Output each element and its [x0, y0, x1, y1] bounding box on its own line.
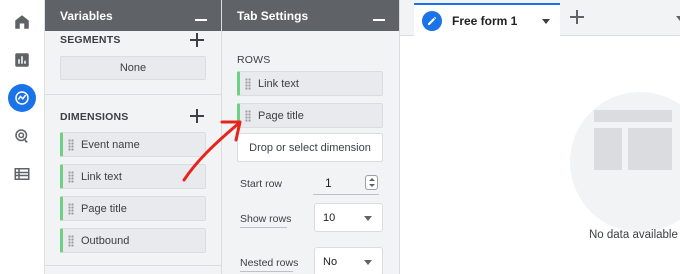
chevron-down-icon[interactable] [542, 19, 550, 24]
collapse-icon[interactable] [195, 18, 207, 21]
rows-title: ROWS [237, 54, 271, 66]
drag-handle-icon[interactable] [245, 77, 251, 90]
dimension-chip[interactable]: Page title [60, 196, 206, 221]
pencil-icon [422, 10, 442, 31]
nested-rows-label-underline [240, 271, 293, 272]
dimension-label: Link text [81, 170, 122, 183]
chevron-down-icon [364, 260, 372, 265]
dimension-label: Page title [81, 202, 127, 215]
segments-none[interactable]: None [60, 56, 206, 80]
drop-dimension-target[interactable]: Drop or select dimension [237, 133, 383, 162]
tab-free-form[interactable]: Free form 1 [414, 3, 560, 36]
row-label: Page title [258, 109, 304, 122]
drag-handle-icon[interactable] [68, 234, 74, 247]
variables-title: Variables [60, 8, 113, 23]
variables-header: Variables [45, 0, 221, 31]
dimension-label: Outbound [81, 234, 130, 247]
divider [45, 94, 222, 95]
dimension-chip[interactable]: Outbound [60, 228, 206, 253]
start-row-input[interactable]: 1 [325, 176, 332, 190]
tab-strip: Free form 1 [400, 0, 680, 36]
nested-rows-label: Nested rows [240, 257, 299, 269]
add-tab-icon[interactable] [570, 10, 584, 24]
advertising-icon[interactable] [8, 122, 36, 150]
explore-editor: Variables SEGMENTS None DIMENSIONS Event… [0, 0, 680, 274]
configure-icon[interactable] [8, 160, 36, 188]
tab-settings-panel: Tab Settings ROWS Link text Page title D… [222, 0, 400, 274]
empty-state-message: No data available [589, 229, 678, 241]
divider [45, 265, 222, 266]
segments-title: SEGMENTS [60, 34, 121, 46]
empty-state-illustration [570, 92, 680, 232]
row-chip[interactable]: Page title [237, 103, 383, 128]
chevron-down-icon [364, 216, 372, 221]
reports-icon[interactable] [8, 46, 36, 74]
drag-handle-icon[interactable] [68, 202, 74, 215]
nested-rows-value: No [323, 255, 338, 268]
show-rows-value: 10 [323, 211, 336, 224]
explore-icon[interactable] [8, 84, 36, 112]
start-row-stepper[interactable] [365, 175, 378, 190]
row-label: Link text [258, 77, 299, 90]
nav-rail [0, 0, 45, 274]
show-rows-label-underline [240, 227, 287, 228]
tab-label: Free form 1 [452, 13, 518, 28]
dimensions-title: DIMENSIONS [60, 111, 129, 123]
tab-settings-title: Tab Settings [237, 8, 309, 23]
start-row-underline [313, 194, 379, 195]
row-chip[interactable]: Link text [237, 71, 383, 96]
collapse-icon[interactable] [373, 18, 385, 21]
add-segment-icon[interactable] [190, 33, 204, 47]
chevron-down-icon[interactable] [676, 16, 680, 21]
drag-handle-icon[interactable] [68, 138, 74, 151]
show-rows-select[interactable]: 10 [314, 203, 383, 232]
home-icon[interactable] [8, 8, 36, 36]
annotation-arrow-icon [182, 120, 242, 182]
show-rows-label: Show rows [240, 213, 292, 225]
nested-rows-select[interactable]: No [314, 247, 383, 274]
tab-settings-header: Tab Settings [222, 0, 399, 31]
drag-handle-icon[interactable] [68, 170, 74, 183]
dimension-label: Event name [81, 138, 140, 151]
canvas-area: Free form 1 No data available [400, 0, 680, 274]
